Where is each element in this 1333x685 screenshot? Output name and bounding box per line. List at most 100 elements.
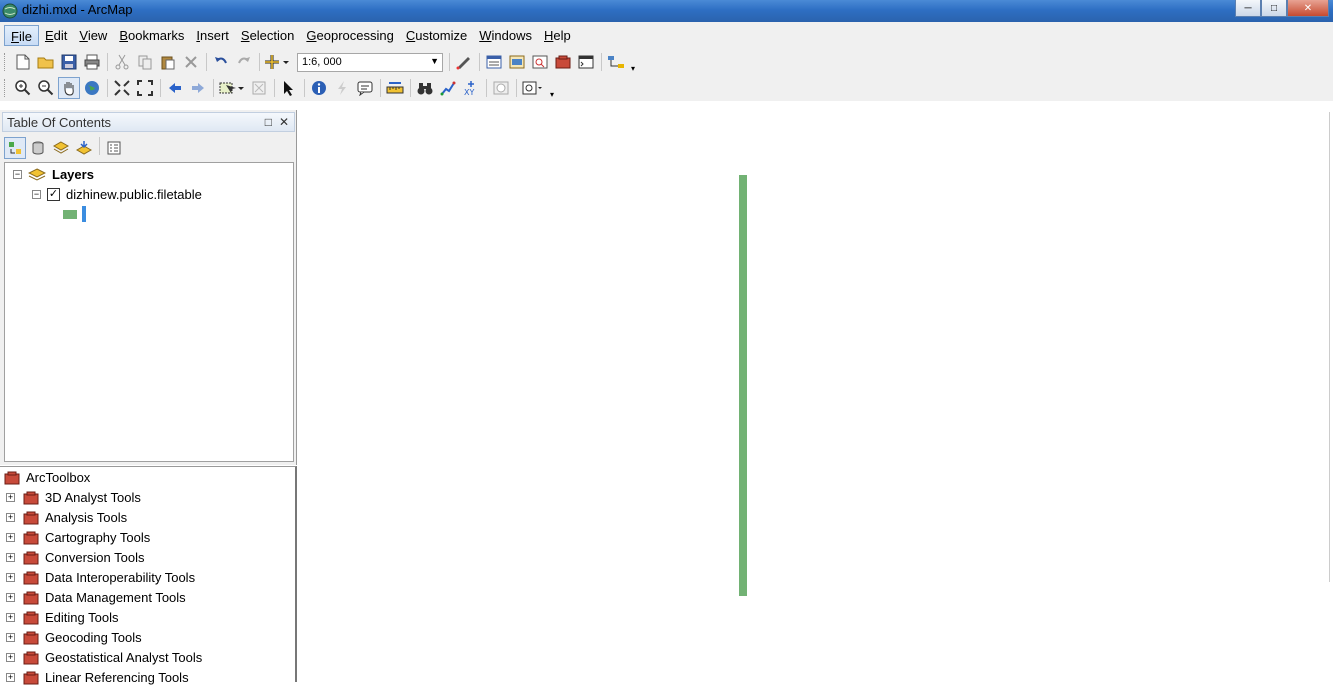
table-of-contents-button[interactable]	[483, 51, 505, 73]
list-by-visibility-button[interactable]	[50, 137, 72, 159]
model-builder-button[interactable]	[605, 51, 627, 73]
delete-button[interactable]	[180, 51, 202, 73]
arrow-right-icon	[192, 83, 204, 93]
maximize-button[interactable]: □	[1261, 0, 1287, 17]
save-button[interactable]	[58, 51, 80, 73]
expand-toggle[interactable]: +	[6, 593, 15, 602]
add-data-button[interactable]	[263, 51, 293, 73]
menu-file[interactable]: File	[4, 25, 39, 46]
menu-view[interactable]: View	[73, 25, 113, 46]
menu-windows[interactable]: Windows	[473, 25, 538, 46]
go-back-extent-button[interactable]	[164, 77, 186, 99]
expand-toggle[interactable]: +	[6, 673, 15, 682]
toolbar-grip[interactable]	[4, 53, 8, 71]
toolbar-options-icon[interactable]: ▾	[547, 77, 557, 99]
toc-close-button[interactable]: ✕	[279, 115, 289, 129]
toolbox-item[interactable]: + Data Management Tools	[6, 590, 186, 605]
python-window-icon	[578, 55, 594, 69]
layer-visibility-checkbox[interactable]: ✓	[47, 188, 60, 201]
expand-toggle[interactable]: +	[6, 633, 15, 642]
toc-options-button[interactable]	[103, 137, 125, 159]
go-to-xy-button[interactable]: XY	[460, 77, 482, 99]
search-window-button[interactable]	[529, 51, 551, 73]
menu-selection[interactable]: Selection	[235, 25, 300, 46]
toc-float-button[interactable]: □	[265, 115, 272, 129]
toolbox-item[interactable]: + Data Interoperability Tools	[6, 570, 195, 585]
close-button[interactable]: ✕	[1287, 0, 1329, 17]
toolbar-grip[interactable]	[4, 79, 8, 97]
go-forward-extent-button[interactable]	[187, 77, 209, 99]
toolbox-item[interactable]: + Analysis Tools	[6, 510, 127, 525]
zoom-in-button[interactable]	[12, 77, 34, 99]
redo-button[interactable]	[233, 51, 255, 73]
arctoolbox-panel: ArcToolbox +3D Analyst Tools + Analysis To…	[0, 466, 297, 685]
hyperlink-button[interactable]	[331, 77, 353, 99]
collapse-toggle[interactable]: −	[32, 190, 41, 199]
menu-geoprocessing[interactable]: Geoprocessing	[300, 25, 399, 46]
legend-symbol-swatch[interactable]	[63, 209, 77, 219]
arctoolbox-window-button[interactable]	[552, 51, 574, 73]
list-by-selection-button[interactable]	[73, 137, 95, 159]
toolbox-item[interactable]: + Cartography Tools	[6, 530, 150, 545]
print-button[interactable]	[81, 51, 103, 73]
python-window-button[interactable]	[575, 51, 597, 73]
map-scale-combobox[interactable]: 1:6, 000 ▼	[297, 52, 443, 72]
measure-button[interactable]	[384, 77, 406, 99]
undo-button[interactable]	[210, 51, 232, 73]
expand-toggle[interactable]: +	[6, 533, 15, 542]
toolbox-item[interactable]: + Geocoding Tools	[6, 630, 142, 645]
create-viewer-window-button[interactable]	[520, 77, 546, 99]
toolbox-item[interactable]: +3D Analyst Tools	[6, 490, 141, 505]
pan-button[interactable]	[58, 77, 80, 99]
cut-button[interactable]	[111, 51, 133, 73]
editor-toolbar-button[interactable]	[453, 51, 475, 73]
line-feature[interactable]	[739, 175, 747, 596]
expand-toggle[interactable]: +	[6, 513, 15, 522]
copy-button[interactable]	[134, 51, 156, 73]
html-popup-button[interactable]	[354, 77, 376, 99]
toolbar-options-icon[interactable]: ▾	[628, 51, 638, 73]
list-by-source-button[interactable]	[27, 137, 49, 159]
catalog-window-button[interactable]	[506, 51, 528, 73]
find-button[interactable]	[414, 77, 436, 99]
list-by-drawing-order-button[interactable]	[4, 137, 26, 159]
toolbox-item[interactable]: + Geostatistical Analyst Tools	[6, 650, 202, 665]
chevron-down-icon[interactable]: ▼	[430, 56, 439, 66]
toolbox-item[interactable]: + Editing Tools	[6, 610, 118, 625]
toolbox-item[interactable]: + Linear Referencing Tools	[6, 670, 189, 685]
expand-toggle[interactable]: +	[6, 553, 15, 562]
select-features-button[interactable]	[217, 77, 247, 99]
full-extent-button[interactable]	[81, 77, 103, 99]
layer-name[interactable]: dizhinew.public.filetable	[66, 187, 202, 202]
new-document-button[interactable]	[12, 51, 34, 73]
delete-icon	[185, 56, 197, 68]
toolbox-item-label: Data Management Tools	[45, 590, 186, 605]
map-view[interactable]	[298, 102, 1333, 682]
map-scale-value: 1:6, 000	[302, 56, 342, 68]
menu-help[interactable]: Help	[538, 25, 577, 46]
menu-edit[interactable]: Edit	[39, 25, 73, 46]
zoom-out-button[interactable]	[35, 77, 57, 99]
separator	[601, 53, 602, 71]
menu-bookmarks[interactable]: Bookmarks	[113, 25, 190, 46]
expand-toggle[interactable]: +	[6, 613, 15, 622]
expand-toggle[interactable]: +	[6, 493, 15, 502]
time-slider-button[interactable]	[490, 77, 512, 99]
minimize-button[interactable]: ─	[1235, 0, 1261, 17]
find-route-button[interactable]	[437, 77, 459, 99]
arctoolbox-root[interactable]: ArcToolbox	[4, 470, 90, 485]
fixed-zoom-out-button[interactable]	[134, 77, 156, 99]
paste-button[interactable]	[157, 51, 179, 73]
toolbox-item[interactable]: + Conversion Tools	[6, 550, 144, 565]
expand-toggle[interactable]: +	[6, 573, 15, 582]
open-button[interactable]	[35, 51, 57, 73]
identify-button[interactable]	[308, 77, 330, 99]
collapse-toggle[interactable]: −	[13, 170, 22, 179]
fixed-zoom-in-button[interactable]	[111, 77, 133, 99]
clear-selection-button[interactable]	[248, 77, 270, 99]
expand-toggle[interactable]: +	[6, 653, 15, 662]
menu-insert[interactable]: Insert	[190, 25, 235, 46]
select-elements-button[interactable]	[278, 77, 300, 99]
layers-label[interactable]: Layers	[52, 167, 94, 182]
menu-customize[interactable]: Customize	[400, 25, 473, 46]
